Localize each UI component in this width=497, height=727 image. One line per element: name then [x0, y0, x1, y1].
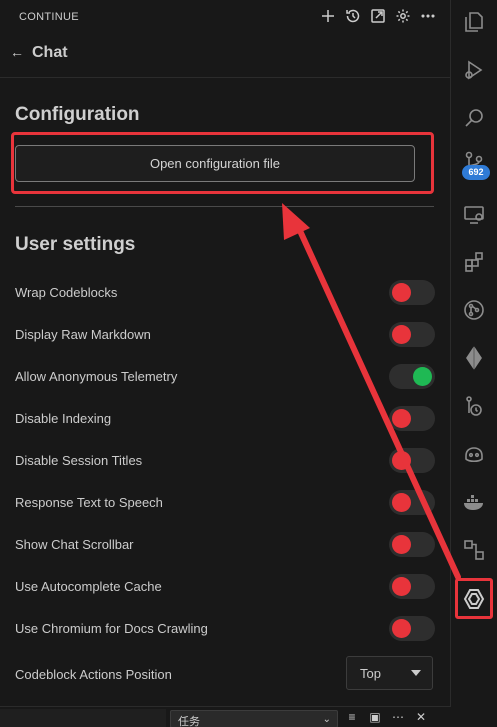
git-graph-icon[interactable]: [459, 295, 489, 325]
toggle-switch[interactable]: [389, 616, 435, 641]
setting-label: Use Chromium for Docs Crawling: [15, 621, 208, 636]
toggle-knob: [392, 325, 411, 344]
source-control-badge: 692: [462, 165, 490, 180]
setting-row-display-raw-markdown: Display Raw Markdown: [15, 322, 435, 348]
setting-label: Show Chat Scrollbar: [15, 537, 134, 552]
toggle-switch[interactable]: [389, 448, 435, 473]
setting-label: Disable Session Titles: [15, 453, 143, 468]
setting-row-wrap-codeblocks: Wrap Codeblocks: [15, 280, 435, 306]
open-external-icon[interactable]: [369, 6, 387, 26]
close-icon[interactable]: ✕: [414, 710, 428, 724]
setting-label: Allow Anonymous Telemetry: [15, 369, 178, 384]
chevron-down-icon: ⌄: [322, 714, 331, 725]
timeline-icon[interactable]: [459, 391, 489, 421]
bottom-panel-bar: 任务 ⌄ ≡ ▣ ⋯ ✕: [0, 706, 451, 727]
setting-label: Disable Indexing: [15, 411, 112, 426]
toggle-knob: [392, 619, 411, 638]
codeblock-position-select[interactable]: Top: [346, 656, 433, 690]
panel-tab-area: [0, 709, 166, 727]
panel-titlebar: CONTINUE: [0, 0, 451, 34]
toggle-knob: [392, 577, 411, 596]
toggle-knob: [392, 409, 411, 428]
setting-row-disable-indexing: Disable Indexing: [15, 406, 435, 432]
divider: [15, 206, 434, 207]
arrow-left-icon[interactable]: ←: [10, 44, 26, 64]
toggle-switch[interactable]: [389, 574, 435, 599]
setting-row-text-to-speech: Response Text to Speech: [15, 490, 435, 516]
task-select-value: 任务: [178, 715, 200, 727]
setting-label: Display Raw Markdown: [15, 327, 151, 342]
toggle-knob: [392, 535, 411, 554]
clear-list-icon[interactable]: ≡: [345, 710, 359, 724]
toggle-switch[interactable]: [389, 490, 435, 515]
toggle-knob: [392, 451, 411, 470]
chat-header: ← Chat: [0, 34, 451, 78]
extensions-icon[interactable]: [459, 247, 489, 277]
setting-label: Codeblock Actions Position: [15, 667, 172, 682]
more-icon[interactable]: [419, 6, 437, 26]
toggle-switch[interactable]: [389, 532, 435, 557]
diagram-icon[interactable]: [459, 535, 489, 565]
configuration-heading: Configuration: [15, 104, 140, 125]
chat-title: Chat: [32, 44, 68, 61]
toggle-knob: [413, 367, 432, 386]
toggle-switch[interactable]: [389, 322, 435, 347]
copilot-icon[interactable]: [459, 439, 489, 469]
continue-panel: CONTINUE ← Chat Configuration Open confi…: [0, 0, 451, 727]
annotation-highlight-box: [455, 578, 493, 619]
docker-icon[interactable]: [459, 487, 489, 517]
run-debug-icon[interactable]: [459, 55, 489, 85]
task-select[interactable]: 任务 ⌄: [170, 710, 338, 727]
diamond-icon[interactable]: [459, 343, 489, 373]
setting-row-autocomplete-cache: Use Autocomplete Cache: [15, 574, 435, 600]
select-value: Top: [360, 666, 381, 681]
setting-row-chat-scrollbar: Show Chat Scrollbar: [15, 532, 435, 558]
setting-label: Wrap Codeblocks: [15, 285, 118, 300]
user-settings-heading: User settings: [15, 234, 136, 255]
setting-row-allow-telemetry: Allow Anonymous Telemetry: [15, 364, 435, 390]
gear-icon[interactable]: [394, 6, 412, 26]
setting-label: Response Text to Speech: [15, 495, 163, 510]
toggle-switch[interactable]: [389, 406, 435, 431]
plus-icon[interactable]: [319, 6, 337, 26]
toggle-switch[interactable]: [389, 280, 435, 305]
explorer-icon[interactable]: [459, 7, 489, 37]
search-icon[interactable]: [459, 103, 489, 133]
setting-row-disable-session-titles: Disable Session Titles: [15, 448, 435, 474]
lock-icon[interactable]: ▣: [368, 710, 382, 724]
toggle-knob: [392, 493, 411, 512]
remote-explorer-icon[interactable]: [459, 199, 489, 229]
history-icon[interactable]: [344, 6, 362, 26]
more-icon[interactable]: ⋯: [391, 710, 405, 724]
setting-label: Use Autocomplete Cache: [15, 579, 162, 594]
panel-title: CONTINUE: [19, 11, 79, 23]
toggle-switch[interactable]: [389, 364, 435, 389]
open-configuration-button[interactable]: Open configuration file: [15, 145, 415, 182]
setting-row-chromium-crawling: Use Chromium for Docs Crawling: [15, 616, 435, 642]
toggle-knob: [392, 283, 411, 302]
chevron-down-icon: [411, 670, 421, 676]
